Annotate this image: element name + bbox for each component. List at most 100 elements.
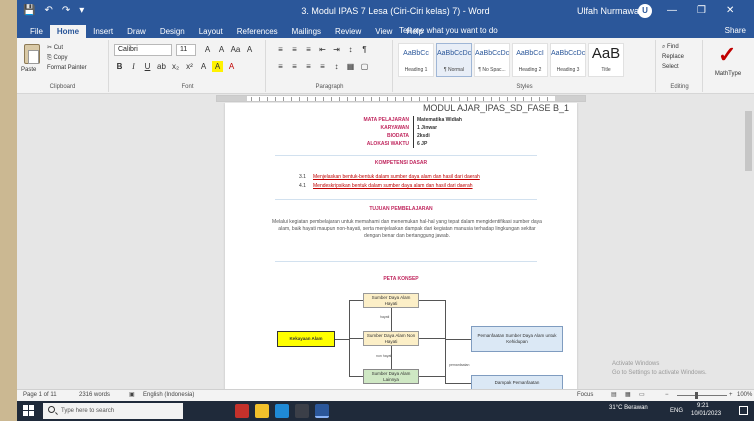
justify-button[interactable]: ≡ — [317, 61, 328, 72]
strikethrough-button[interactable]: ab — [156, 61, 167, 72]
customize-qat-icon[interactable]: ▾ — [79, 4, 84, 18]
font-color-button[interactable]: A — [226, 61, 237, 72]
paragraph-group: ≡ ≡ ≡ ⇤ ⇥ ↕ ¶ ≡ ≡ ≡ ≡ ↕ ▦ ▢ Paragraph — [267, 40, 393, 92]
paste-button[interactable]: Paste — [21, 66, 36, 74]
style-heading-2[interactable]: AaBbCcI Heading 2 — [512, 43, 548, 77]
tab-design[interactable]: Design — [153, 25, 192, 38]
page-count[interactable]: Page 1 of 11 — [23, 391, 57, 400]
scrollbar-thumb[interactable] — [745, 111, 752, 171]
increase-indent-button[interactable]: ⇥ — [331, 44, 342, 55]
word-taskbar-icon[interactable] — [315, 404, 329, 418]
clock-time[interactable]: 9:21 — [697, 403, 709, 410]
share-button[interactable]: Share — [725, 24, 746, 37]
document-page[interactable]: MODUL AJAR_IPAS_SD_FASE B_1 MATA PELAJAR… — [225, 103, 577, 389]
zoom-level[interactable]: 100% — [737, 391, 752, 400]
restore-button[interactable]: ❐ — [697, 3, 706, 19]
word-count[interactable]: 2316 words — [79, 391, 110, 400]
align-center-button[interactable]: ≡ — [289, 61, 300, 72]
zoom-slider[interactable] — [677, 395, 727, 396]
edge-icon[interactable] — [275, 404, 289, 418]
align-right-button[interactable]: ≡ — [303, 61, 314, 72]
user-name[interactable]: Ulfah Nurmawah — [577, 5, 644, 18]
tab-file[interactable]: File — [23, 25, 50, 38]
style-normal[interactable]: AaBbCcDc ¶ Normal — [436, 43, 472, 77]
multilevel-list-button[interactable]: ≡ — [303, 44, 314, 55]
tab-references[interactable]: References — [230, 25, 285, 38]
align-left-button[interactable]: ≡ — [275, 61, 286, 72]
taskbar-search[interactable]: Type here to search — [43, 403, 183, 419]
style-no-spacing[interactable]: AaBbCcDc ¶ No Spac... — [474, 43, 510, 77]
tab-review[interactable]: Review — [328, 25, 368, 38]
proofing-icon[interactable]: ▣ — [129, 391, 135, 400]
tell-me-search[interactable]: Tell me what you want to do — [399, 24, 498, 37]
decrease-indent-button[interactable]: ⇤ — [317, 44, 328, 55]
show-marks-button[interactable]: ¶ — [359, 44, 370, 55]
zoom-in-icon[interactable]: + — [729, 391, 733, 400]
minimize-button[interactable]: — — [667, 3, 677, 19]
style-name: Heading 1 — [404, 67, 428, 73]
font-name-select[interactable]: Calibri — [114, 44, 172, 56]
language-indicator[interactable]: English (Indonesia) — [143, 391, 194, 400]
bold-button[interactable]: B — [114, 61, 125, 72]
document-title: 3. Modul IPAS 7 Lesa (Ciri-Ciri kelas) 7… — [301, 6, 490, 16]
app-icon-1[interactable] — [235, 404, 249, 418]
change-case-button[interactable]: Aa — [230, 44, 241, 55]
tab-insert[interactable]: Insert — [86, 25, 120, 38]
section-divider — [275, 155, 537, 156]
windows-start-icon[interactable] — [23, 405, 35, 417]
font-size-select[interactable]: 11 — [176, 44, 196, 56]
avatar[interactable]: U — [638, 4, 652, 18]
read-mode-icon[interactable]: ▤ — [611, 391, 617, 400]
borders-button[interactable]: ▢ — [359, 61, 370, 72]
copy-button[interactable]: ⎘ Copy — [47, 54, 67, 62]
shrink-font-button[interactable]: A — [216, 44, 227, 55]
tab-home[interactable]: Home — [49, 25, 87, 38]
mathtype-icon[interactable]: ✓ — [718, 43, 736, 67]
line-spacing-button[interactable]: ↕ — [331, 61, 342, 72]
highlight-button[interactable]: A — [212, 61, 223, 72]
text-effects-button[interactable]: A — [198, 61, 209, 72]
shading-button[interactable]: ▦ — [345, 61, 356, 72]
clock-date[interactable]: 10/01/2023 — [691, 411, 721, 418]
grow-font-button[interactable]: A — [202, 44, 213, 55]
zoom-slider-thumb[interactable] — [695, 392, 698, 399]
store-icon[interactable] — [295, 404, 309, 418]
format-painter-button[interactable]: Format Painter — [47, 64, 87, 72]
tab-draw[interactable]: Draw — [120, 25, 153, 38]
save-icon[interactable]: 💾 — [23, 4, 35, 18]
bullets-button[interactable]: ≡ — [275, 44, 286, 55]
tab-layout[interactable]: Layout — [192, 25, 230, 38]
numbering-button[interactable]: ≡ — [289, 44, 300, 55]
notification-icon[interactable] — [739, 406, 748, 415]
tab-mailings[interactable]: Mailings — [285, 25, 328, 38]
weather-indicator[interactable]: 31°C Berawan — [609, 405, 648, 412]
focus-mode[interactable]: Focus — [577, 391, 593, 400]
web-layout-icon[interactable]: ▭ — [639, 391, 645, 400]
tab-view[interactable]: View — [368, 25, 399, 38]
print-layout-icon[interactable]: ▦ — [625, 391, 631, 400]
language-tray[interactable]: ENG — [670, 408, 683, 415]
file-explorer-icon[interactable] — [255, 404, 269, 418]
horizontal-ruler[interactable] — [216, 95, 586, 102]
sort-button[interactable]: ↕ — [345, 44, 356, 55]
select-button[interactable]: Select — [662, 63, 679, 72]
cut-button[interactable]: ✂ Cut — [47, 44, 63, 52]
paste-icon[interactable] — [24, 44, 40, 64]
undo-icon[interactable]: ↶ — [44, 4, 52, 18]
flow-connector — [335, 339, 349, 340]
find-button[interactable]: ⌕ Find — [662, 43, 679, 52]
style-title[interactable]: AaB Title — [588, 43, 624, 77]
underline-button[interactable]: U — [142, 61, 153, 72]
vertical-scrollbar[interactable] — [743, 103, 754, 389]
superscript-button[interactable]: x² — [184, 61, 195, 72]
redo-icon[interactable]: ↷ — [62, 4, 70, 18]
clear-format-button[interactable]: A — [244, 44, 255, 55]
replace-button[interactable]: Replace — [662, 53, 684, 62]
subscript-button[interactable]: x₂ — [170, 61, 181, 72]
style-heading-3[interactable]: AaBbCcDc Heading 3 — [550, 43, 586, 77]
style-heading-1[interactable]: AaBbCc Heading 1 — [398, 43, 434, 77]
italic-button[interactable]: I — [128, 61, 139, 72]
close-button[interactable]: ✕ — [726, 3, 734, 19]
zoom-out-icon[interactable]: − — [665, 391, 669, 400]
info-value: 2ksdi — [417, 133, 430, 139]
